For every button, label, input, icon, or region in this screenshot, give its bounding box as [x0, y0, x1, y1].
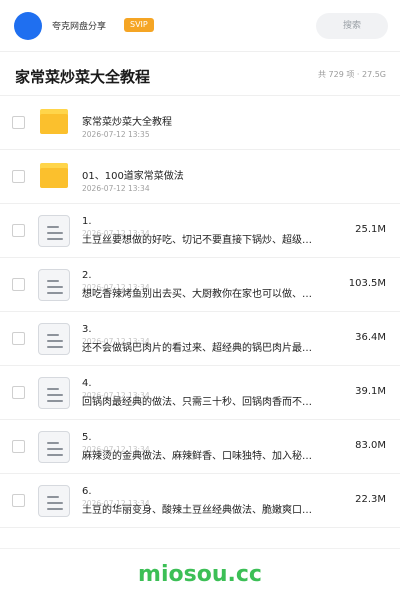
- folder-stats: 共 729 项 · 27.5G: [318, 70, 386, 79]
- document-icon: [38, 269, 70, 301]
- item-name: 土豆丝要想做的好吃、切记不要直接下锅炒、超级…: [82, 235, 312, 246]
- item-date: 2026-07-12 13:35: [82, 130, 150, 139]
- document-icon: [38, 377, 70, 409]
- watermark: miosou.cc: [138, 562, 262, 587]
- item-name: 想吃香辣烤鱼别出去买、大厨教你在家也可以做、…: [82, 289, 312, 300]
- item-size: 25.1M: [355, 224, 386, 235]
- file-list: 家常菜炒菜大全教程 2026-07-12 13:35 01、100道家常菜做法 …: [0, 96, 400, 528]
- item-name: 回锅肉最经典的做法、只需三十秒、回锅肉香而不…: [82, 397, 312, 408]
- header: 夸克网盘分享 SVIP 搜索: [0, 0, 400, 52]
- folder-icon: [40, 109, 68, 134]
- item-number: 2.: [82, 270, 92, 281]
- item-number: 6.: [82, 486, 92, 497]
- list-item[interactable]: 2. 2026-07-12 13:34 想吃香辣烤鱼别出去买、大厨教你在家也可以…: [0, 258, 400, 312]
- checkbox[interactable]: [12, 332, 25, 345]
- item-size: 103.5M: [348, 278, 386, 289]
- list-item[interactable]: 3. 2026-07-12 13:34 还不会做锅巴肉片的看过来、超经典的锅巴肉…: [0, 312, 400, 366]
- item-size: 36.4M: [355, 332, 386, 343]
- document-icon: [38, 485, 70, 517]
- document-icon: [38, 323, 70, 355]
- checkbox[interactable]: [12, 278, 25, 291]
- item-number: 1.: [82, 216, 92, 227]
- item-size: 39.1M: [355, 386, 386, 397]
- title-bar: 家常菜炒菜大全教程 共 729 项 · 27.5G: [0, 52, 400, 96]
- document-icon: [38, 215, 70, 247]
- app-name: 夸克网盘分享: [52, 22, 107, 32]
- item-name: 土豆的华丽变身、酸辣土豆丝经典做法、脆嫩爽口…: [82, 505, 312, 516]
- list-item[interactable]: 4. 2026-07-12 13:34 回锅肉最经典的做法、只需三十秒、回锅肉香…: [0, 366, 400, 420]
- page-title: 家常菜炒菜大全教程: [15, 68, 151, 86]
- document-icon: [38, 431, 70, 463]
- list-item[interactable]: 5. 2026-07-12 13:34 麻辣烫的金典做法、麻辣鲜香、口味独特、加…: [0, 420, 400, 474]
- item-number: 5.: [82, 432, 92, 443]
- item-number: 3.: [82, 324, 92, 335]
- checkbox[interactable]: [12, 386, 25, 399]
- item-name: 还不会做锅巴肉片的看过来、超经典的锅巴肉片最…: [82, 343, 312, 354]
- item-size: 22.3M: [355, 494, 386, 505]
- item-name: 家常菜炒菜大全教程: [82, 117, 172, 128]
- checkbox[interactable]: [12, 170, 25, 183]
- list-item[interactable]: 1. 2026-07-12 13:34 土豆丝要想做的好吃、切记不要直接下锅炒、…: [0, 204, 400, 258]
- item-size: 83.0M: [355, 440, 386, 451]
- search-button[interactable]: 搜索: [316, 13, 388, 39]
- svip-badge: SVIP: [124, 18, 154, 32]
- item-name: 01、100道家常菜做法: [82, 171, 184, 182]
- item-number: 4.: [82, 378, 92, 389]
- item-date: 2026-07-12 13:34: [82, 184, 150, 193]
- checkbox[interactable]: [12, 224, 25, 237]
- folder-icon: [40, 163, 68, 188]
- list-item[interactable]: 家常菜炒菜大全教程 2026-07-12 13:35: [0, 96, 400, 150]
- list-item[interactable]: 01、100道家常菜做法 2026-07-12 13:34: [0, 150, 400, 204]
- avatar[interactable]: [14, 12, 42, 40]
- checkbox[interactable]: [12, 440, 25, 453]
- checkbox[interactable]: [12, 494, 25, 507]
- list-item[interactable]: 6. 2026-07-12 13:34 土豆的华丽变身、酸辣土豆丝经典做法、脆嫩…: [0, 474, 400, 528]
- checkbox[interactable]: [12, 116, 25, 129]
- item-name: 麻辣烫的金典做法、麻辣鲜香、口味独特、加入秘…: [82, 451, 312, 462]
